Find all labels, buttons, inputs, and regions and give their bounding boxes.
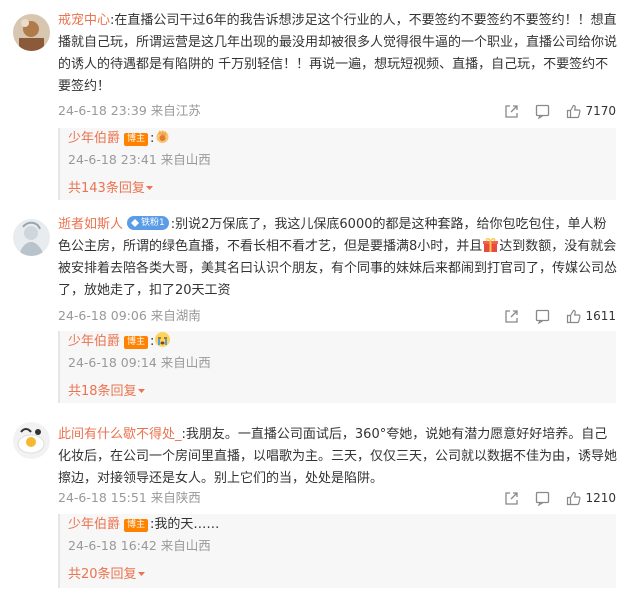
- comment-button[interactable]: [535, 491, 550, 506]
- comment-content: :在直播公司干过6年的我告诉想涉足这个行业的人，不要签约不要签约不要签约！！想直…: [58, 13, 618, 94]
- author-badge: 博主: [124, 336, 149, 349]
- cry-emoji: [155, 332, 171, 347]
- fan-badge-label: 铁粉1: [141, 218, 165, 228]
- reply-box: 少年伯爵 博主:我的天…… 24-6-18 16:42 来自山西 共20条回复: [58, 514, 616, 588]
- gift-emoji: [483, 238, 499, 252]
- username-link[interactable]: 此间有什么歇不得处_: [58, 427, 182, 442]
- like-icon: [567, 309, 581, 323]
- like-count: 1611: [585, 309, 616, 323]
- share-button[interactable]: [504, 309, 519, 324]
- comment-icon: [536, 309, 550, 324]
- comment-text: 戒宠中心:在直播公司干过6年的我告诉想涉足这个行业的人，不要签约不要签约不要签约…: [58, 10, 618, 98]
- avatar[interactable]: [13, 14, 50, 51]
- like-count: 1210: [585, 491, 616, 505]
- reply-meta: 24-6-18 23:41 来自山西: [68, 152, 211, 167]
- share-icon: [505, 104, 519, 118]
- like-icon: [567, 104, 581, 118]
- username-link[interactable]: 戒宠中心: [58, 13, 110, 28]
- comment-icon: [536, 491, 550, 506]
- share-icon: [505, 309, 519, 323]
- avatar[interactable]: [13, 219, 50, 256]
- reply-line: 少年伯爵 博主:: [60, 331, 616, 353]
- comment-actions: 1611: [488, 306, 616, 326]
- comment-text: 此间有什么歇不得处_:我朋友。一直播公司面试后，360°夸她，说她有潜力愿意好好…: [58, 424, 618, 490]
- more-replies-link[interactable]: 共143条回复: [60, 178, 616, 200]
- comment-button[interactable]: [535, 309, 550, 324]
- more-replies-label: 共18条回复: [68, 384, 137, 399]
- chevron-down-icon: [137, 389, 145, 393]
- reply-text: :我的天……: [150, 517, 220, 532]
- chevron-down-icon: [137, 572, 145, 576]
- more-replies-label: 共143条回复: [68, 181, 145, 196]
- reply-username[interactable]: 少年伯爵: [68, 131, 120, 146]
- comment-icon: [536, 104, 550, 119]
- comment-button[interactable]: [535, 104, 550, 119]
- reply-meta: 24-6-18 16:42 来自山西: [68, 538, 211, 553]
- author-badge: 博主: [124, 519, 149, 532]
- author-badge: 博主: [124, 133, 149, 146]
- reply-username[interactable]: 少年伯爵: [68, 334, 120, 349]
- comment-actions: 1210: [488, 488, 616, 508]
- like-icon: [567, 491, 581, 505]
- share-button[interactable]: [504, 104, 519, 119]
- like-button[interactable]: 7170: [566, 104, 616, 119]
- clap-emoji: [156, 130, 169, 143]
- comment-actions: 7170: [488, 101, 616, 121]
- reply-line: 少年伯爵 博主:: [60, 128, 616, 150]
- like-button[interactable]: 1611: [566, 309, 616, 324]
- like-count: 7170: [585, 104, 616, 118]
- reply-box: 少年伯爵 博主: 24-6-18 09:14 来自山西 共18条回复: [58, 331, 616, 403]
- comment-text: 逝者如斯人 铁粉1:别说2万保底了，我这儿保底6000的都是这种套路，给你包吃包住…: [58, 214, 618, 302]
- more-replies-link[interactable]: 共20条回复: [60, 564, 616, 586]
- more-replies-label: 共20条回复: [68, 567, 137, 582]
- share-icon: [505, 491, 519, 505]
- fan-badge: 铁粉1: [127, 216, 169, 230]
- like-button[interactable]: 1210: [566, 491, 616, 506]
- avatar[interactable]: [13, 422, 50, 459]
- username-link[interactable]: 逝者如斯人: [58, 217, 123, 232]
- reply-username[interactable]: 少年伯爵: [68, 517, 120, 532]
- diamond-icon: [131, 219, 140, 227]
- chevron-down-icon: [145, 186, 153, 190]
- share-button[interactable]: [504, 491, 519, 506]
- reply-line: 少年伯爵 博主:我的天……: [60, 514, 616, 536]
- more-replies-link[interactable]: 共18条回复: [60, 381, 616, 403]
- reply-meta: 24-6-18 09:14 来自山西: [68, 355, 211, 370]
- reply-box: 少年伯爵 博主: 24-6-18 23:41 来自山西 共143条回复: [58, 128, 616, 200]
